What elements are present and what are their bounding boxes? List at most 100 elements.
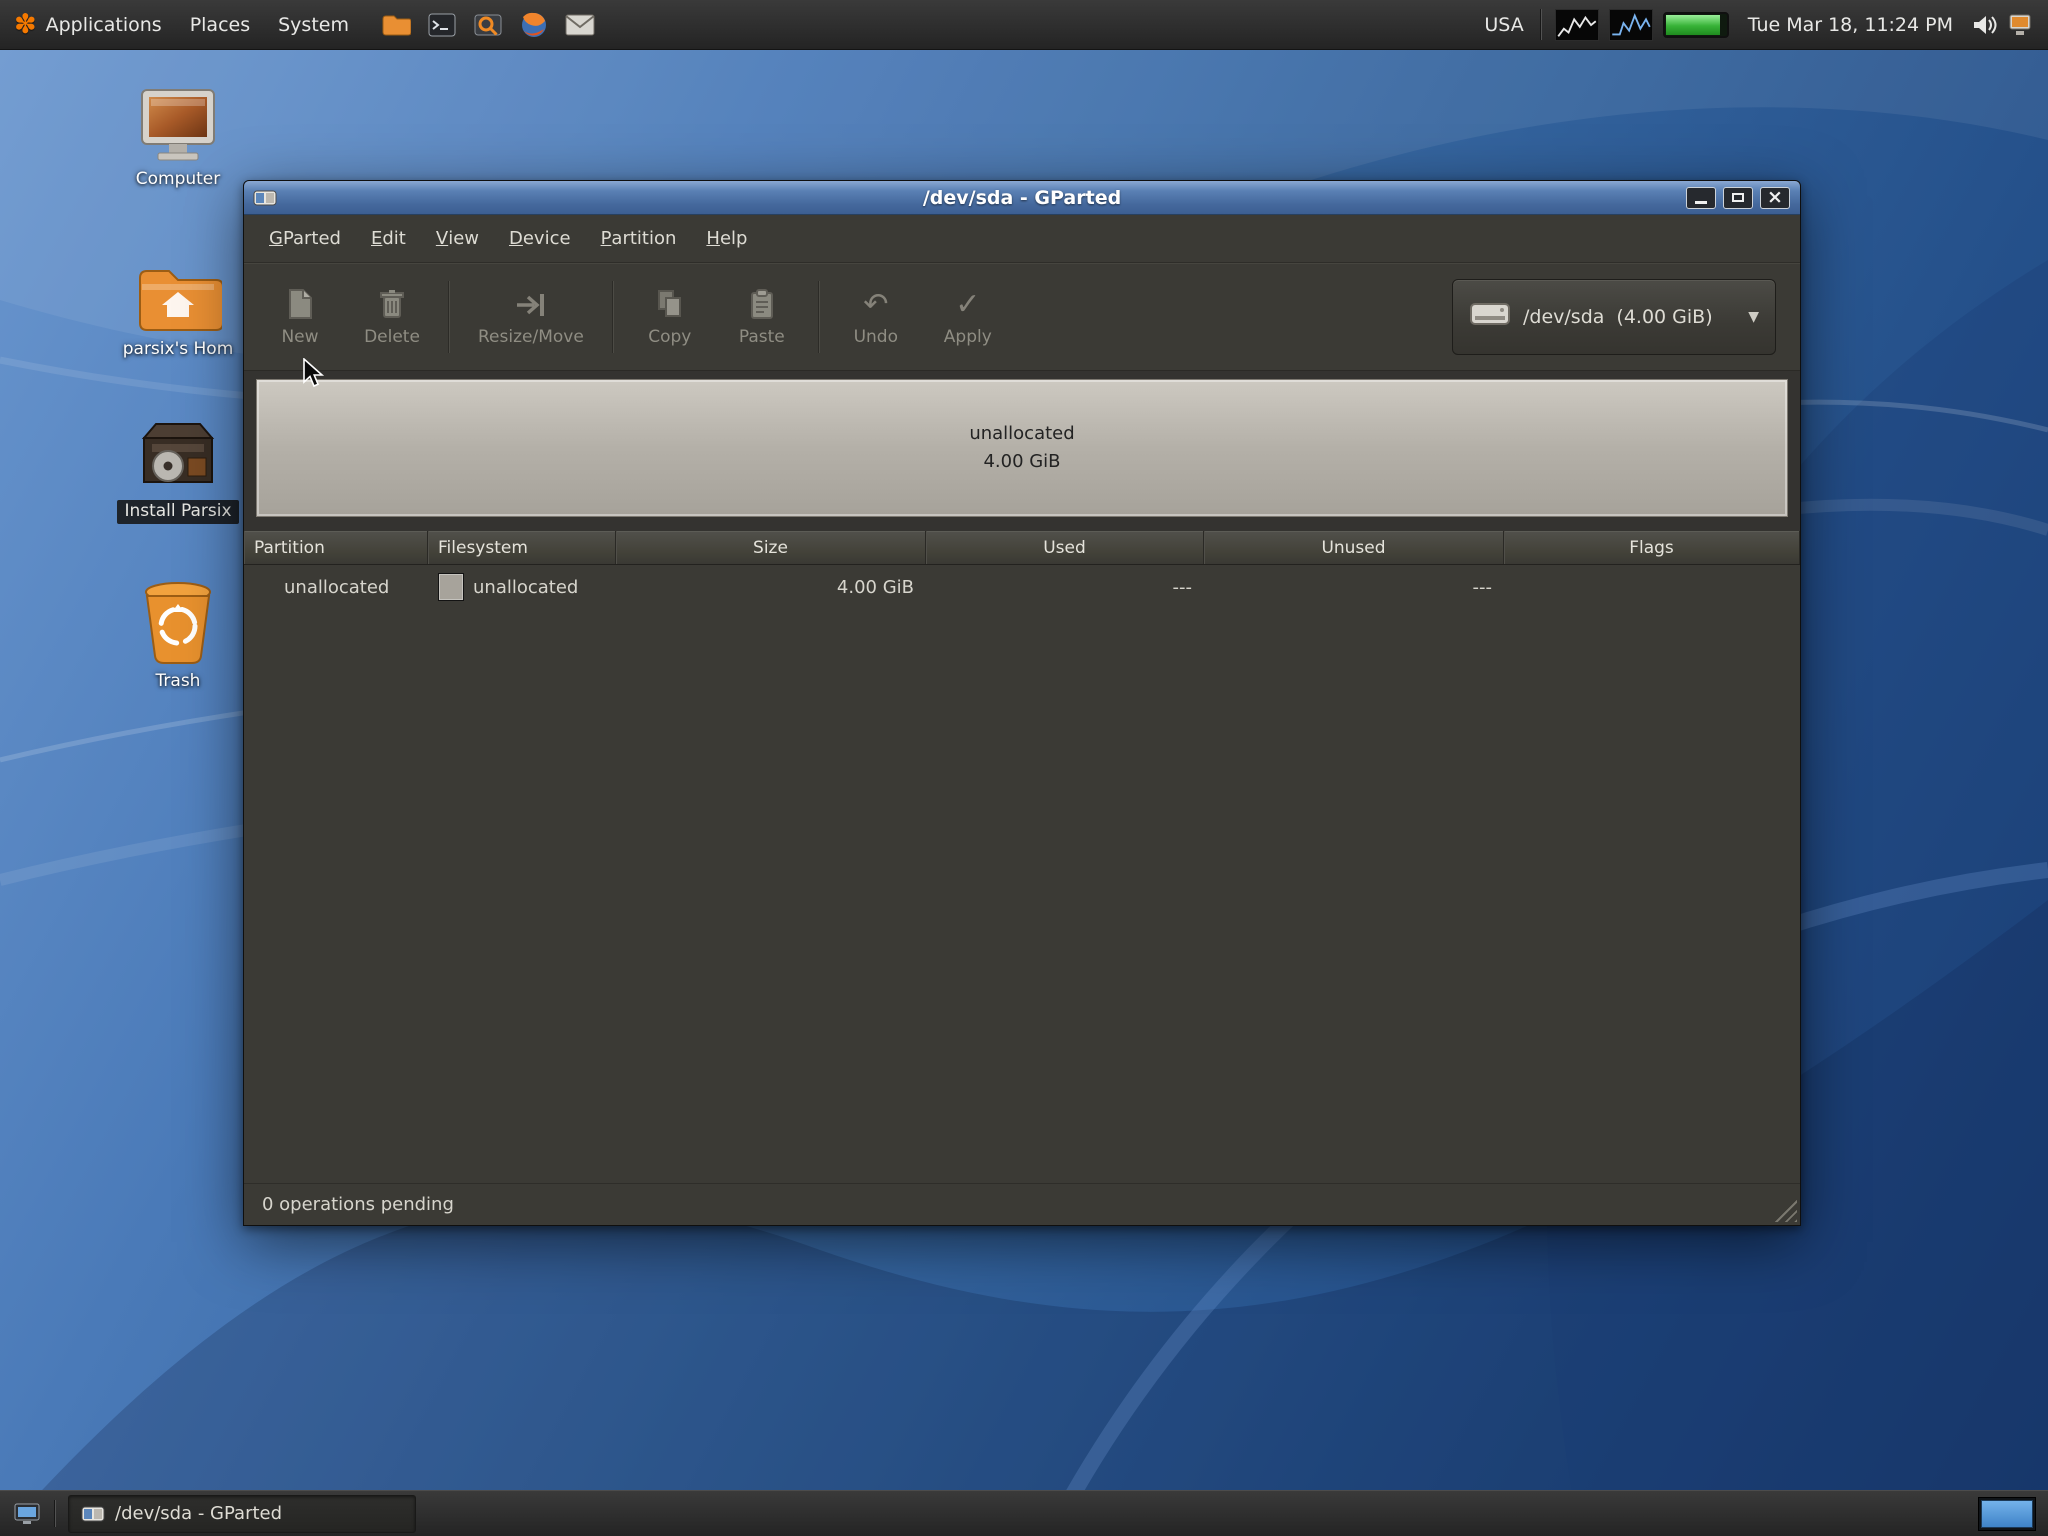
- new-partition-icon: [285, 286, 315, 320]
- delete-button[interactable]: Delete: [346, 278, 438, 355]
- show-desktop-button[interactable]: [8, 1495, 46, 1533]
- workspace-switcher[interactable]: [1978, 1497, 2036, 1531]
- minimize-button[interactable]: [1686, 187, 1716, 209]
- delete-icon: [377, 286, 407, 320]
- device-selector-size: (4.00 GiB): [1616, 306, 1712, 328]
- table-row[interactable]: unallocated unallocated 4.00 GiB --- ---: [244, 565, 1800, 609]
- network-icon: [2008, 13, 2036, 37]
- row-filesystem: unallocated: [473, 577, 578, 598]
- column-header-flags[interactable]: Flags: [1504, 531, 1800, 564]
- applications-menu[interactable]: ✽ Applications: [0, 0, 176, 49]
- volume-control[interactable]: [1972, 13, 1998, 37]
- gparted-app-icon: [81, 1504, 105, 1524]
- taskbar-item-label: /dev/sda - GParted: [115, 1503, 282, 1524]
- undo-button[interactable]: ↶ Undo: [830, 278, 922, 355]
- menu-edit[interactable]: Edit: [356, 215, 421, 262]
- unallocated-visual-bar[interactable]: unallocated 4.00 GiB: [256, 379, 1788, 517]
- device-selector-device: /dev/sda: [1523, 306, 1604, 328]
- trash-icon: [140, 580, 216, 666]
- clock[interactable]: Tue Mar 18, 11:24 PM: [1748, 14, 1953, 36]
- file-manager-icon: [381, 13, 411, 37]
- column-header-used[interactable]: Used: [926, 531, 1204, 564]
- system-monitor-applet[interactable]: [1555, 9, 1599, 41]
- gparted-window: /dev/sda - GParted × GParted Edit View D…: [243, 180, 1801, 1226]
- column-header-size[interactable]: Size: [616, 531, 926, 564]
- filesystem-color-swatch: [438, 573, 464, 601]
- menu-gparted[interactable]: GParted: [254, 215, 356, 262]
- active-workspace[interactable]: [1981, 1500, 2033, 1528]
- system-monitor-graph-icon: [1609, 9, 1653, 41]
- places-menu[interactable]: Places: [176, 0, 264, 49]
- desktop-icon-computer[interactable]: Computer: [96, 88, 260, 190]
- mouse-cursor: [302, 358, 328, 388]
- network-indicator[interactable]: [2008, 13, 2036, 37]
- apply-icon: ✓: [955, 286, 980, 320]
- computer-icon: [134, 88, 222, 164]
- mail-icon: [565, 14, 595, 36]
- window-title: /dev/sda - GParted: [244, 187, 1800, 209]
- device-selector-combo[interactable]: /dev/sda (4.00 GiB) ▼: [1452, 279, 1776, 355]
- partition-table-body: unallocated unallocated 4.00 GiB --- ---: [244, 565, 1800, 1183]
- maximize-button[interactable]: [1723, 187, 1753, 209]
- battery-indicator[interactable]: [1663, 12, 1729, 38]
- menu-view[interactable]: View: [421, 215, 494, 262]
- toolbar: New Delete Resize/Move Copy Paste: [244, 263, 1800, 371]
- desktop-icon-trash[interactable]: Trash: [96, 580, 260, 692]
- visual-partition-size: 4.00 GiB: [983, 448, 1060, 476]
- undo-icon: ↶: [863, 286, 888, 320]
- maximize-icon: [1732, 193, 1744, 202]
- visual-partition-name: unallocated: [969, 420, 1074, 448]
- gparted-app-icon: [253, 188, 277, 208]
- taskbar-item-gparted[interactable]: /dev/sda - GParted: [68, 1495, 416, 1533]
- resize-move-button[interactable]: Resize/Move: [460, 278, 602, 355]
- menu-partition[interactable]: Partition: [586, 215, 692, 262]
- resize-move-icon: [514, 286, 548, 320]
- copy-button[interactable]: Copy: [624, 278, 716, 355]
- keyboard-layout-indicator[interactable]: USA: [1476, 14, 1531, 36]
- row-used: ---: [1173, 577, 1193, 598]
- partition-table-header: Partition Filesystem Size Used Unused Fl…: [244, 531, 1800, 565]
- column-header-unused[interactable]: Unused: [1204, 531, 1504, 564]
- desktop-icon-home[interactable]: parsix's Hom: [96, 262, 260, 360]
- system-menu[interactable]: System: [264, 0, 363, 49]
- toolbar-separator: [818, 281, 820, 353]
- desktop-icon-install[interactable]: Install Parsix: [96, 414, 260, 524]
- desktop-icon-label: Computer: [136, 170, 221, 190]
- apply-button[interactable]: ✓ Apply: [922, 278, 1014, 355]
- volume-icon: [1972, 13, 1998, 37]
- screenshot-launcher[interactable]: [471, 8, 505, 42]
- bottom-panel: /dev/sda - GParted: [0, 1490, 2048, 1536]
- terminal-icon: [428, 12, 456, 38]
- system-monitor-applet[interactable]: [1609, 9, 1653, 41]
- statusbar: 0 operations pending: [244, 1183, 1800, 1225]
- new-button[interactable]: New: [254, 278, 346, 355]
- file-manager-launcher[interactable]: [379, 8, 413, 42]
- menu-help[interactable]: Help: [691, 215, 762, 262]
- applet-handle: [54, 1500, 56, 1528]
- window-titlebar[interactable]: /dev/sda - GParted ×: [244, 181, 1800, 215]
- mail-launcher[interactable]: [563, 8, 597, 42]
- battery-icon: [1663, 12, 1729, 38]
- menubar: GParted Edit View Device Partition Help: [244, 215, 1800, 263]
- menu-device[interactable]: Device: [494, 215, 586, 262]
- paste-button[interactable]: Paste: [716, 278, 808, 355]
- desktop-icon-label: Trash: [156, 672, 201, 692]
- system-monitor-graph-icon: [1555, 9, 1599, 41]
- paste-icon: [747, 286, 777, 320]
- close-button[interactable]: ×: [1760, 187, 1790, 209]
- desktop-icon-label: parsix's Hom: [123, 340, 234, 360]
- terminal-launcher[interactable]: [425, 8, 459, 42]
- row-partition: unallocated: [284, 577, 389, 598]
- minimize-icon: [1695, 201, 1707, 204]
- column-header-filesystem[interactable]: Filesystem: [428, 531, 616, 564]
- column-header-partition[interactable]: Partition: [244, 531, 428, 564]
- copy-icon: [654, 286, 686, 320]
- row-unused: ---: [1473, 577, 1493, 598]
- disk-visual-area: unallocated 4.00 GiB: [244, 371, 1800, 531]
- toolbar-separator: [612, 281, 614, 353]
- screenshot-icon: [474, 12, 502, 38]
- web-browser-launcher[interactable]: [517, 8, 551, 42]
- drive-icon: [1469, 299, 1511, 334]
- panel-launchers: [379, 8, 597, 42]
- resize-grip[interactable]: [1771, 1196, 1797, 1222]
